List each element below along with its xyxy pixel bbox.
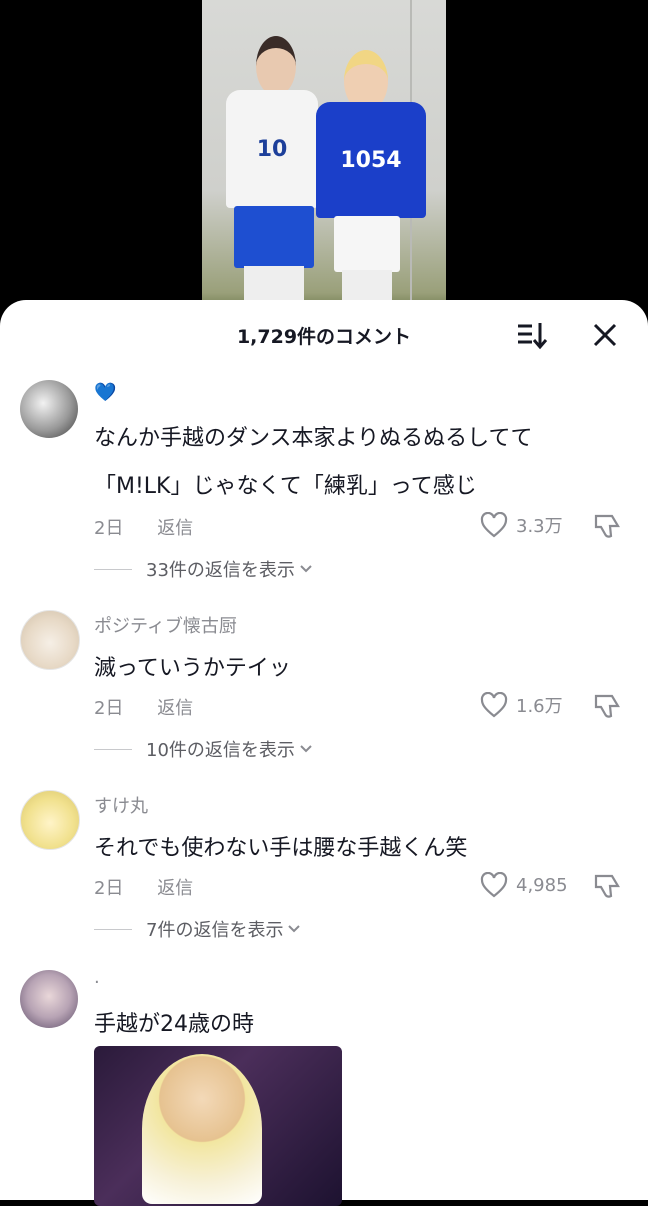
comment-username[interactable]: すけ丸 — [94, 792, 148, 818]
reply-button[interactable]: 返信 — [157, 698, 193, 719]
photo-subject — [142, 1054, 262, 1204]
chevron-down-icon — [288, 925, 301, 933]
replies-divider — [94, 748, 132, 750]
comment-count-title: 1,729件のコメント — [236, 326, 412, 348]
comment-meta: 2日 返信 — [94, 514, 193, 540]
comment-photo[interactable] — [94, 1046, 342, 1206]
view-replies-label: 33件の返信を表示 — [146, 560, 295, 581]
sort-icon[interactable] — [516, 320, 548, 350]
comment-username[interactable]: ポジティブ懐古厨 — [94, 612, 237, 638]
comment-text-line: 滅っていうかテイッ — [94, 656, 291, 681]
like-count: 3.3万 — [516, 516, 563, 537]
comment-time: 2日 — [94, 518, 124, 539]
heart-icon — [480, 692, 508, 718]
close-icon[interactable] — [590, 320, 620, 350]
dislike-icon[interactable] — [592, 872, 624, 902]
comment-text-line: それでも使わない手は腰な手越くん笑 — [94, 836, 468, 861]
replies-divider — [94, 568, 132, 570]
comment-text-line: 「M!LK」じゃなくて「練乳」って感じ — [94, 474, 477, 499]
view-replies-button[interactable]: 33件の返信を表示 — [94, 556, 313, 582]
view-replies-label: 7件の返信を表示 — [146, 920, 284, 941]
heart-icon — [480, 872, 508, 898]
view-replies-button[interactable]: 7件の返信を表示 — [94, 916, 301, 942]
replies-divider — [94, 928, 132, 930]
dislike-icon[interactable] — [592, 692, 624, 722]
comments-sheet: 1,729件のコメント 💙 なんか手越のダンス本家よりぬるぬるしてて 「M!LK… — [0, 300, 648, 1206]
avatar[interactable] — [20, 790, 80, 850]
view-replies-label: 10件の返信を表示 — [146, 740, 295, 761]
video-preview[interactable]: 10 1054 — [202, 0, 446, 318]
reply-button[interactable]: 返信 — [157, 878, 193, 899]
like-button[interactable]: 3.3万 — [480, 512, 563, 538]
like-count: 4,985 — [516, 874, 568, 896]
chevron-down-icon — [300, 745, 312, 753]
comment-time: 2日 — [94, 878, 124, 899]
avatar[interactable] — [20, 380, 78, 438]
player-right: 1054 — [312, 50, 430, 300]
heart-icon — [480, 512, 508, 538]
comment-meta: 2日 返信 — [94, 694, 193, 720]
view-replies-button[interactable]: 10件の返信を表示 — [94, 736, 313, 762]
comment-text-line: なんか手越のダンス本家よりぬるぬるしてて — [94, 426, 533, 451]
chevron-down-icon — [300, 565, 312, 573]
like-button[interactable]: 1.6万 — [480, 692, 563, 718]
player-left: 10 — [222, 30, 322, 300]
jersey-number-right: 1054 — [340, 147, 402, 173]
like-count: 1.6万 — [516, 696, 563, 717]
reply-button[interactable]: 返信 — [157, 518, 193, 539]
comment-time: 2日 — [94, 698, 124, 719]
avatar[interactable] — [20, 970, 78, 1028]
dislike-icon[interactable] — [592, 512, 624, 542]
comment-username[interactable]: 💙 — [94, 382, 116, 403]
comment-username[interactable]: · — [94, 972, 100, 993]
like-button[interactable]: 4,985 — [480, 872, 568, 898]
jersey-number-left: 10 — [256, 136, 288, 162]
comment-text-line: 手越が24歳の時 — [94, 1012, 254, 1037]
comment-meta: 2日 返信 — [94, 874, 193, 900]
avatar[interactable] — [20, 610, 80, 670]
